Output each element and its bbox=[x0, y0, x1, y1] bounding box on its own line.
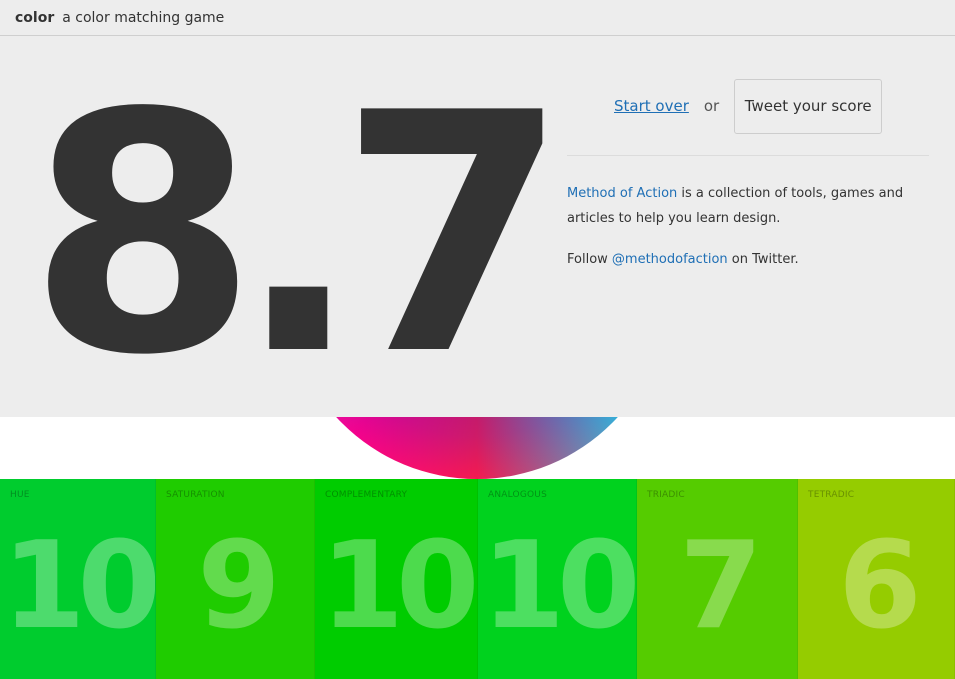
category-score: 7 bbox=[679, 517, 763, 656]
divider bbox=[567, 155, 929, 156]
follow-prefix: Follow bbox=[567, 252, 612, 267]
method-of-action-link[interactable]: Method of Action bbox=[567, 186, 677, 201]
category-cell-saturation: SATURATION 9 bbox=[156, 479, 315, 679]
category-score: 6 bbox=[838, 517, 922, 656]
result-actions: Start over or Tweet your score bbox=[614, 78, 883, 134]
color-wheel bbox=[286, 417, 668, 479]
category-cell-analogous: ANALOGOUS 10 bbox=[478, 479, 637, 679]
category-label: COMPLEMENTARY bbox=[325, 490, 408, 500]
overall-score: 8.7 bbox=[28, 43, 569, 427]
result-panel: 8.7 Start over or Tweet your score Metho… bbox=[0, 36, 955, 417]
category-score: 9 bbox=[197, 517, 281, 656]
category-score: 10 bbox=[320, 517, 478, 656]
category-label: TETRADIC bbox=[808, 490, 855, 500]
follow-paragraph: Follow @methodofaction on Twitter. bbox=[567, 247, 937, 272]
category-cell-complementary: COMPLEMENTARY 10 bbox=[315, 479, 478, 679]
tweet-score-button[interactable]: Tweet your score bbox=[734, 78, 883, 134]
follow-suffix: on Twitter. bbox=[727, 252, 799, 267]
color-wheel-area bbox=[0, 417, 955, 479]
category-cell-hue: HUE 10 bbox=[0, 479, 156, 679]
top-bar: color a color matching game bbox=[0, 0, 955, 36]
start-over-link[interactable]: Start over bbox=[614, 97, 689, 115]
category-cell-triadic: TRIADIC 7 bbox=[637, 479, 798, 679]
category-label: TRIADIC bbox=[647, 490, 685, 500]
twitter-handle-link[interactable]: @methodofaction bbox=[612, 252, 728, 267]
category-cell-tetradic: TETRADIC 6 bbox=[798, 479, 955, 679]
about-paragraph: Method of Action is a collection of tool… bbox=[567, 181, 937, 231]
category-score: 10 bbox=[2, 517, 155, 656]
category-label: HUE bbox=[10, 490, 30, 500]
category-score: 10 bbox=[481, 517, 637, 656]
or-text: or bbox=[703, 97, 720, 115]
category-label: SATURATION bbox=[166, 490, 225, 500]
app-brand[interactable]: color bbox=[15, 10, 54, 26]
category-label: ANALOGOUS bbox=[488, 490, 547, 500]
category-scores: HUE 10 SATURATION 9 COMPLEMENTARY 10 ANA… bbox=[0, 479, 955, 679]
app-tagline: a color matching game bbox=[62, 9, 225, 26]
about-section: Method of Action is a collection of tool… bbox=[567, 181, 937, 288]
